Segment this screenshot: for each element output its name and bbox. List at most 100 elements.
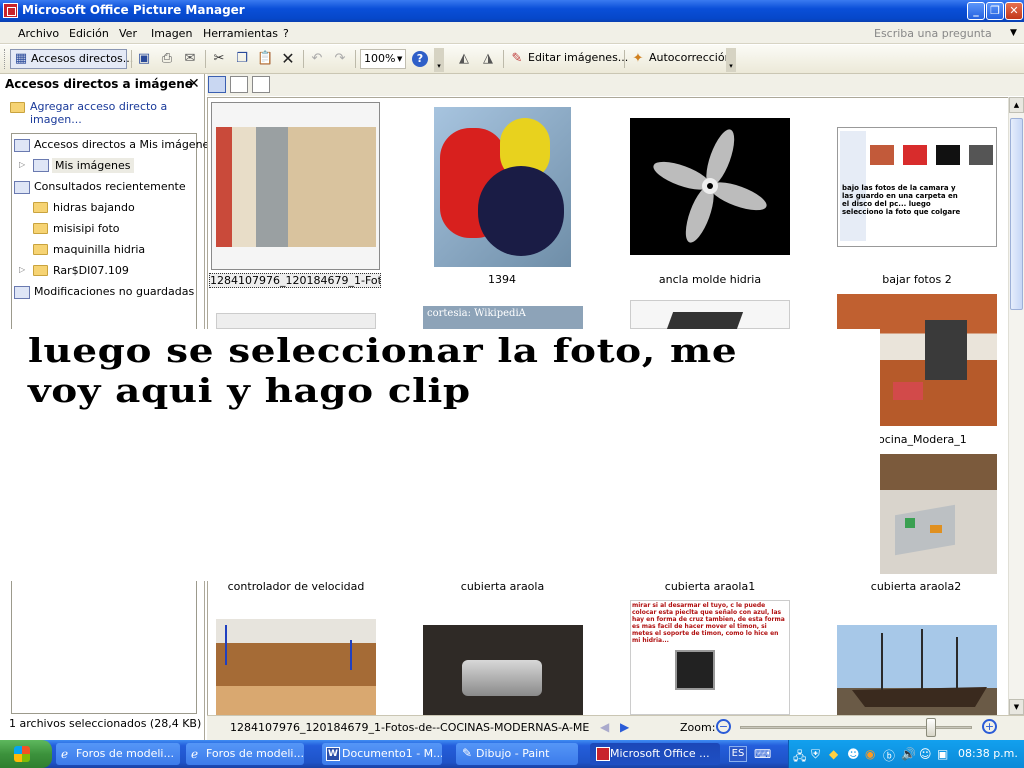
mini-thumb-shape: [969, 145, 993, 165]
tree-item-unsaved[interactable]: Modificaciones no guardadas: [34, 285, 194, 298]
zoom-dropdown-icon[interactable]: ▼: [397, 55, 402, 63]
save-icon[interactable]: ▣: [136, 51, 152, 67]
volume-icon[interactable]: 🔊: [901, 747, 916, 761]
email-icon[interactable]: ✉: [182, 51, 198, 67]
thumbnail-caption[interactable]: ocina_Modera_1: [878, 433, 968, 446]
annotation-arrow-shape: [225, 625, 227, 665]
close-button[interactable]: ✕: [1005, 2, 1023, 20]
chat-icon[interactable]: ☻: [847, 747, 860, 761]
thumbnail-caption[interactable]: 1284107976_120184679_1-Foto...: [209, 273, 381, 288]
tree-item-my-pictures[interactable]: Mis imágenes: [52, 158, 134, 173]
servo-note-text: mirar si al desarmar el tuyo, c le puede…: [632, 602, 785, 642]
annotation-line-2: voy aqui y hago clip: [28, 371, 471, 410]
menu-herramientas[interactable]: Herramientas: [203, 27, 278, 40]
thumbnail-kitchen[interactable]: [216, 127, 376, 247]
paste-icon[interactable]: 📋: [257, 51, 273, 67]
zoom-slider-track[interactable]: [740, 726, 972, 729]
thumbnail-caption[interactable]: cubierta araola1: [625, 580, 795, 593]
thumbnail-hull-deck[interactable]: [216, 619, 376, 715]
keyboard-icon[interactable]: ⌨: [754, 747, 771, 761]
window-title: Microsoft Office Picture Manager: [22, 3, 245, 17]
expand-icon[interactable]: ▷: [19, 160, 25, 169]
tree-item-hidras-bajando[interactable]: hidras bajando: [53, 201, 135, 214]
zoom-out-icon[interactable]: −: [716, 719, 731, 734]
picture-manager-task-icon: [596, 747, 610, 761]
thumbnail-caption[interactable]: cubierta araola2: [856, 580, 976, 593]
ask-question-input[interactable]: Escriba una pregunta: [874, 27, 1020, 42]
ship-drawing: [852, 629, 987, 707]
thumbnail-caption[interactable]: cubierta araola: [420, 580, 585, 593]
rotate-right-icon[interactable]: ◮: [480, 51, 496, 67]
component-shape: [905, 518, 915, 528]
menu-imagen[interactable]: Imagen: [151, 27, 192, 40]
shield-icon[interactable]: ◆: [829, 747, 838, 761]
thumbnail-caption[interactable]: 1394: [427, 273, 577, 286]
rotate-left-icon[interactable]: ◭: [456, 51, 472, 67]
folder-icon: [33, 202, 48, 213]
cut-icon[interactable]: ✂: [211, 51, 227, 67]
toolbar-separator: [303, 50, 304, 68]
taskbar-ie-1[interactable]: Foros de modeli...: [56, 743, 180, 765]
menu-edicion[interactable]: Edición: [69, 27, 109, 40]
zoom-in-icon[interactable]: +: [982, 719, 997, 734]
thumbnail-caption[interactable]: bajar fotos 2: [832, 273, 1002, 286]
menu-archivo[interactable]: Archivo: [18, 27, 59, 40]
thumbnail-caption[interactable]: ancla molde hidria: [625, 273, 795, 286]
scroll-thumb[interactable]: [1010, 118, 1023, 310]
paint-icon: ✎: [462, 746, 473, 760]
thumbnail-caption[interactable]: controlador de velocidad: [211, 580, 381, 593]
taskbar-paint[interactable]: Dibujo - Paint: [456, 743, 578, 765]
update-icon[interactable]: ⓑ: [883, 747, 895, 764]
app-tray-icon[interactable]: ◉: [865, 747, 875, 761]
device-shape: [666, 312, 744, 329]
tree-item-misisipi-foto[interactable]: misisipi foto: [53, 222, 120, 235]
close-pane-icon[interactable]: ✕: [188, 76, 200, 92]
tree-item-rar[interactable]: Rar$DI07.109: [53, 264, 129, 277]
network-icon[interactable]: 🖧: [793, 747, 806, 768]
tree-item-maquinilla-hidria[interactable]: maquinilla hidria: [53, 243, 145, 256]
recent-icon: [14, 181, 30, 194]
windows-logo-icon: [14, 746, 30, 762]
thumbnail-view-icon[interactable]: [208, 76, 226, 93]
ask-dropdown-icon[interactable]: ▼: [1010, 28, 1017, 38]
menu-ver[interactable]: Ver: [119, 27, 137, 40]
scroll-down-icon[interactable]: ▼: [1009, 699, 1024, 715]
minimize-button[interactable]: _: [967, 2, 985, 20]
scroll-up-icon[interactable]: ▲: [1009, 97, 1024, 113]
tray-icon[interactable]: ▣: [937, 747, 948, 761]
shortcuts-pane-title: Accesos directos a imágene: [5, 77, 193, 91]
tree-item-recent[interactable]: Consultados recientemente: [34, 180, 186, 193]
language-indicator[interactable]: ES: [729, 746, 747, 762]
add-shortcut-link[interactable]: Agregar acceso directo a imagen...: [30, 100, 190, 126]
zoom-slider-thumb[interactable]: [926, 718, 936, 737]
edit-images-button[interactable]: Editar imágenes...: [528, 49, 628, 69]
maximize-button[interactable]: ❐: [986, 2, 1004, 20]
propeller-drawing: [653, 129, 767, 243]
undo-icon[interactable]: ↶: [309, 51, 325, 67]
next-icon[interactable]: ▶: [620, 720, 629, 734]
taskbar-word[interactable]: Documento1 - M...: [322, 743, 442, 765]
shortcuts-icon: ▦: [14, 51, 28, 66]
delete-icon[interactable]: ✕: [280, 51, 296, 67]
security-icon[interactable]: ⛨: [811, 747, 820, 762]
my-pictures-icon: [33, 159, 49, 172]
thumbnail-controller[interactable]: [216, 313, 376, 329]
toolbar-options-icon[interactable]: ▾: [726, 48, 736, 72]
mini-thumb-shape: [936, 145, 960, 165]
menu-help[interactable]: ?: [283, 27, 289, 40]
previous-icon[interactable]: ◀: [600, 720, 609, 734]
view-bar: [207, 74, 1024, 96]
print-icon[interactable]: ⎙: [159, 51, 175, 67]
toolbar-separator: [624, 50, 625, 68]
toolbar-options-icon[interactable]: ▾: [434, 48, 444, 72]
help-icon[interactable]: ?: [412, 51, 428, 67]
expand-icon[interactable]: ▷: [19, 265, 25, 274]
redo-icon[interactable]: ↷: [332, 51, 348, 67]
copy-icon[interactable]: ❐: [234, 51, 250, 67]
tree-item-shortcuts[interactable]: Accesos directos a Mis imágenes: [34, 138, 215, 151]
filmstrip-view-icon[interactable]: [230, 76, 248, 93]
single-view-icon[interactable]: [252, 76, 270, 93]
messenger-icon[interactable]: ☺: [919, 747, 932, 761]
taskbar-ie-2[interactable]: Foros de modeli...: [186, 743, 304, 765]
autocorrect-button[interactable]: Autocorrección: [649, 49, 732, 69]
